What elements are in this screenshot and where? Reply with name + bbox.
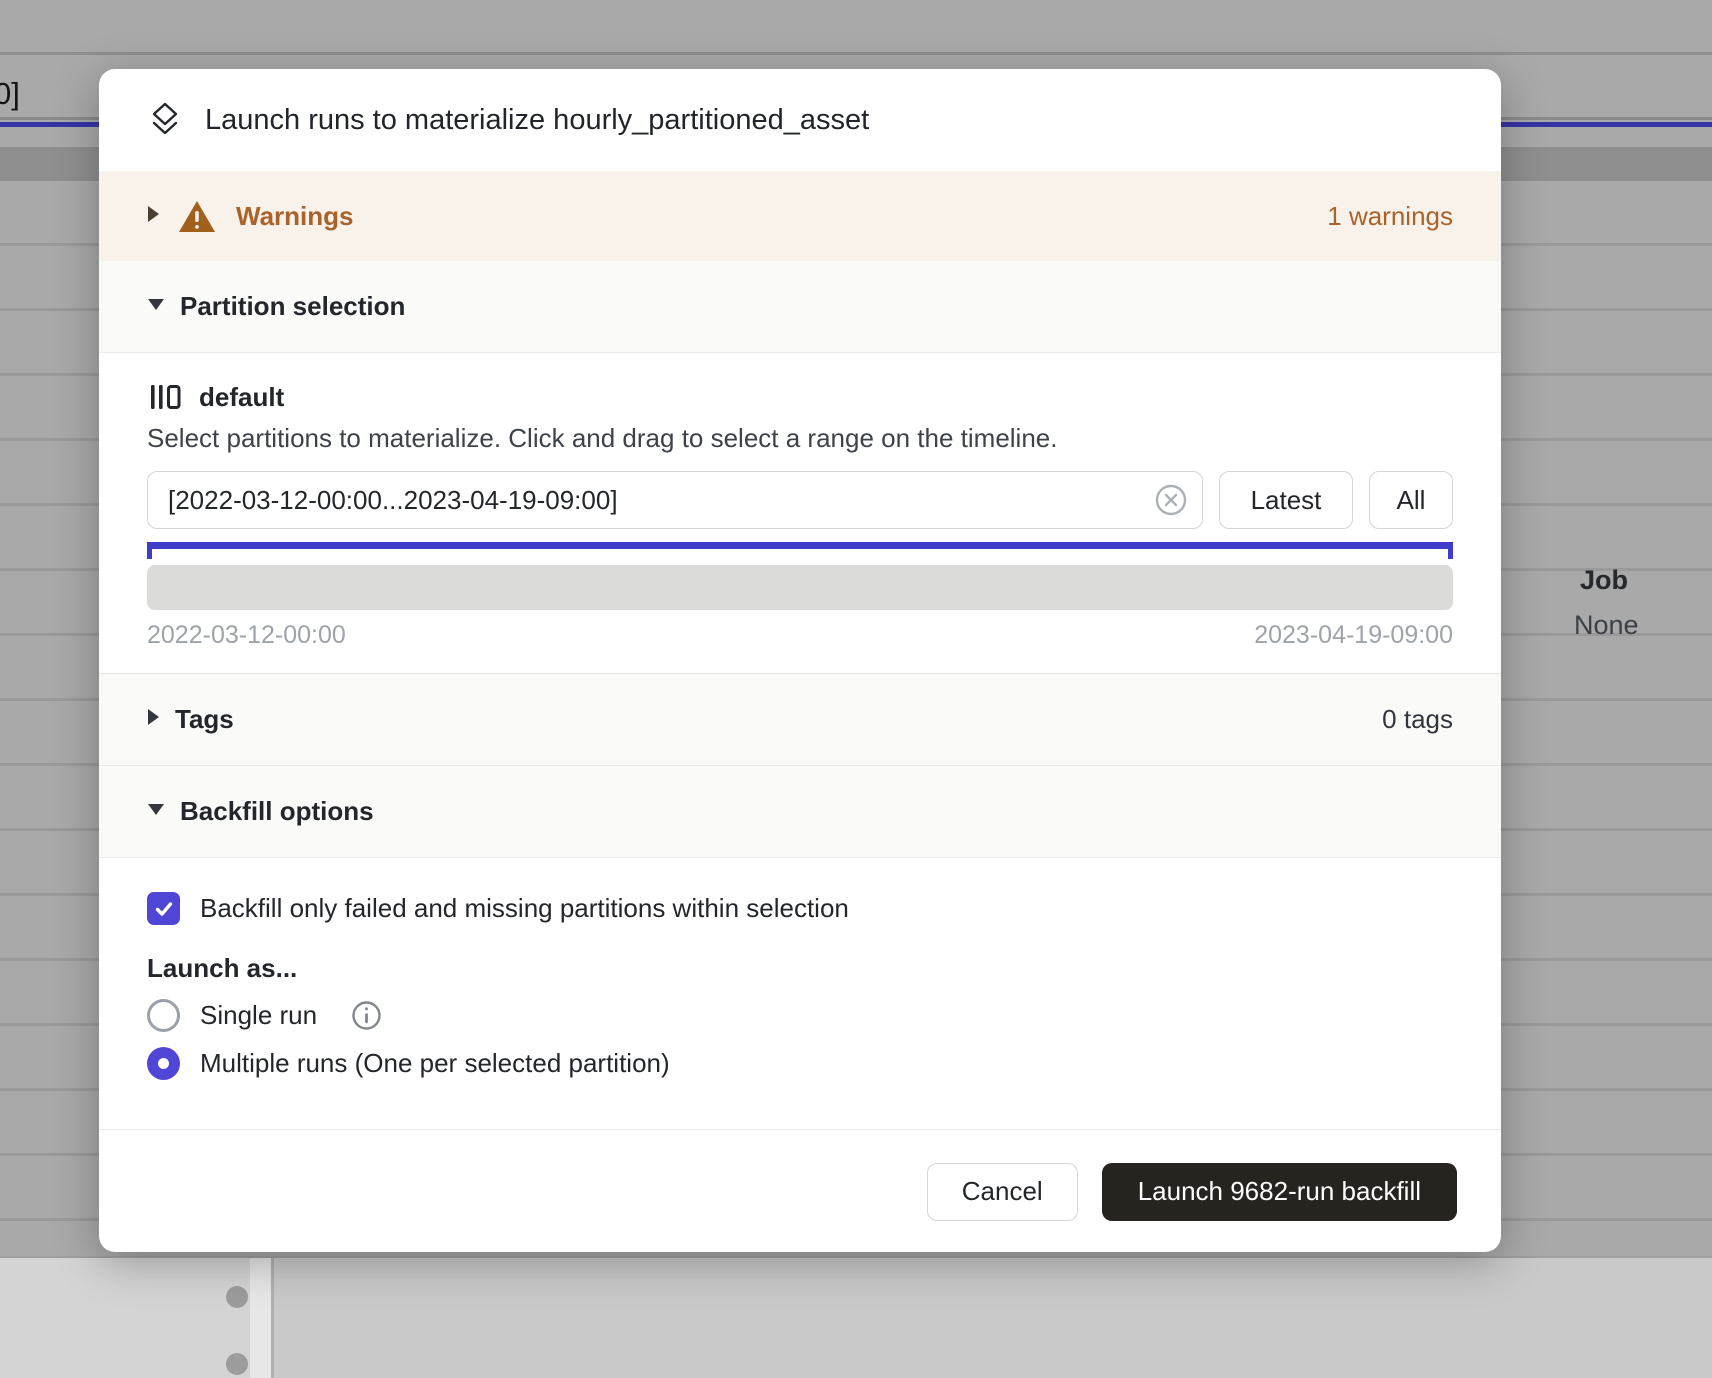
background-toolbar-line: [0, 52, 1712, 55]
backfill-checkbox-label: Backfill only failed and missing partiti…: [200, 893, 849, 924]
chevron-right-icon: [147, 205, 160, 228]
partition-range-input[interactable]: [147, 471, 1203, 529]
timeline-date-labels: 2022-03-12-00:00 2023-04-19-09:00: [147, 621, 1453, 650]
latest-button[interactable]: Latest: [1219, 471, 1353, 529]
tags-section-header[interactable]: Tags 0 tags: [99, 673, 1501, 766]
radio-dot: [158, 1058, 169, 1069]
background-bottom-strip: [250, 1258, 271, 1378]
background-job-column-header: Job: [1580, 565, 1628, 596]
partition-timeline-track[interactable]: [147, 565, 1453, 610]
backfill-options-label: Backfill options: [180, 796, 374, 827]
partition-selection-content: default Select partitions to materialize…: [99, 353, 1501, 673]
multiple-runs-radio-row: Multiple runs (One per selected partitio…: [147, 1046, 1453, 1080]
background-partial-text: 0]: [0, 76, 20, 112]
multiple-runs-label: Multiple runs (One per selected partitio…: [200, 1048, 670, 1079]
multiple-runs-radio[interactable]: [147, 1047, 180, 1080]
background-bottom-left-panel: [0, 1258, 250, 1378]
dialog-header: Launch runs to materialize hourly_partit…: [99, 69, 1501, 171]
selection-start-cap: [147, 542, 152, 559]
tags-count: 0 tags: [1382, 704, 1453, 735]
partition-selection-header[interactable]: Partition selection: [99, 261, 1501, 353]
timeline-selection-bar[interactable]: [147, 542, 1453, 559]
partition-dimension-row: default: [147, 380, 1453, 414]
dialog-title: Launch runs to materialize hourly_partit…: [205, 104, 869, 137]
backfill-options-content: Backfill only failed and missing partiti…: [99, 858, 1501, 1129]
partition-instructions: Select partitions to materialize. Click …: [147, 423, 1453, 454]
clear-selection-button[interactable]: [1153, 482, 1189, 518]
all-button[interactable]: All: [1369, 471, 1453, 529]
single-run-label: Single run: [200, 1000, 317, 1031]
partition-input-row: Latest All: [147, 471, 1453, 529]
chevron-down-icon: [147, 803, 165, 821]
chevron-right-icon: [147, 708, 160, 731]
backfill-checkbox-row: Backfill only failed and missing partiti…: [147, 892, 1453, 925]
chevron-down-icon: [147, 298, 165, 316]
partition-range-field: [147, 471, 1203, 529]
warning-triangle-icon: [178, 200, 216, 233]
backfill-failed-missing-checkbox[interactable]: [147, 892, 180, 925]
launch-backfill-button[interactable]: Launch 9682-run backfill: [1102, 1163, 1457, 1221]
background-dot: [226, 1286, 248, 1308]
background-vertical-divider: [271, 1258, 274, 1378]
selection-end-cap: [1448, 542, 1453, 559]
materialize-layers-icon: [147, 101, 183, 139]
single-run-radio[interactable]: [147, 999, 180, 1032]
partition-selection-label: Partition selection: [180, 291, 405, 322]
cancel-button[interactable]: Cancel: [927, 1163, 1078, 1221]
partition-icon: [147, 382, 183, 412]
backfill-options-header[interactable]: Backfill options: [99, 766, 1501, 858]
warnings-section-header[interactable]: Warnings 1 warnings: [99, 171, 1501, 261]
dialog-footer: Cancel Launch 9682-run backfill: [99, 1129, 1501, 1252]
circle-x-icon: [1154, 483, 1188, 517]
checkmark-icon: [153, 898, 175, 920]
timeline-end-label: 2023-04-19-09:00: [1254, 621, 1453, 650]
warnings-label: Warnings: [236, 201, 353, 232]
launch-backfill-dialog: Launch runs to materialize hourly_partit…: [99, 69, 1501, 1252]
warnings-count: 1 warnings: [1327, 201, 1453, 232]
tags-label: Tags: [175, 704, 234, 735]
background-dot: [226, 1353, 248, 1375]
single-run-radio-row: Single run: [147, 998, 1453, 1032]
timeline-start-label: 2022-03-12-00:00: [147, 621, 346, 650]
background-job-column-value: None: [1574, 610, 1639, 641]
partition-dimension-name: default: [199, 382, 284, 413]
page-root: 0] Job None Launch runs to materialize h…: [0, 0, 1712, 1378]
launch-as-label: Launch as...: [147, 953, 1453, 984]
info-icon[interactable]: [351, 1000, 382, 1031]
